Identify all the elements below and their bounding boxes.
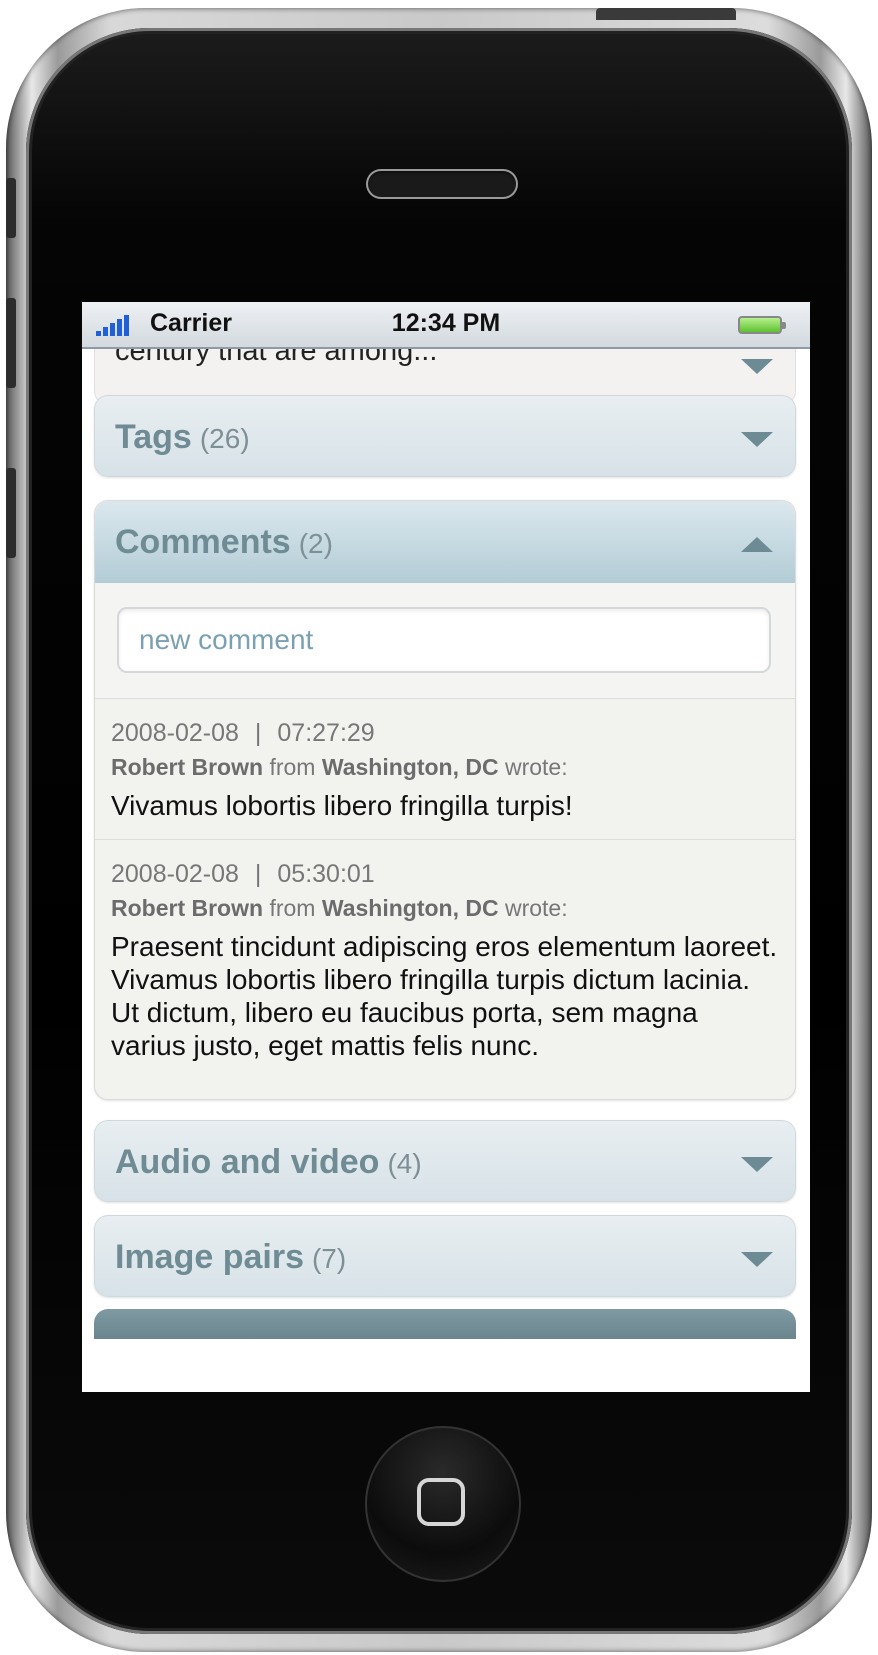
new-comment-input[interactable] xyxy=(117,607,771,673)
comment-body: Praesent tincidunt adipiscing eros eleme… xyxy=(111,931,778,1061)
next-section-edge[interactable] xyxy=(94,1309,796,1339)
battery-icon xyxy=(738,316,786,334)
triangle-up-icon xyxy=(741,537,773,552)
tags-section[interactable]: Tags (26) xyxy=(94,395,796,477)
image-pairs-label: Image pairs xyxy=(115,1238,304,1276)
triangle-down-icon xyxy=(741,1157,773,1172)
comment-form xyxy=(95,583,795,699)
wrote-word: wrote: xyxy=(504,895,568,921)
comment-author-line: Robert Brown from Washington, DC wrote: xyxy=(111,895,779,922)
author-location: Washington, DC xyxy=(321,895,499,921)
comments-label: Comments xyxy=(115,523,291,561)
tags-header[interactable]: Tags (26) xyxy=(94,395,796,477)
from-word: from xyxy=(269,895,316,921)
comment-body: Vivamus lobortis libero fringilla turpis… xyxy=(111,790,573,821)
triangle-down-icon xyxy=(741,359,773,374)
audio-video-header[interactable]: Audio and video (4) xyxy=(94,1120,796,1202)
comments-header[interactable]: Comments (2) xyxy=(95,501,795,583)
audio-video-section[interactable]: Audio and video (4) xyxy=(94,1120,796,1202)
comments-count: (2) xyxy=(298,528,333,559)
image-pairs-header[interactable]: Image pairs (7) xyxy=(94,1215,796,1297)
tags-count: (26) xyxy=(199,423,250,454)
comments-section: Comments(2) 2008-02-08 | 07:27:29 Robert B… xyxy=(94,500,796,1100)
sleep-wake-button[interactable] xyxy=(596,8,736,20)
earpiece-speaker xyxy=(366,169,518,199)
author-name: Robert Brown xyxy=(111,754,264,780)
author-name: Robert Brown xyxy=(111,895,264,921)
comment-date: 2008-02-08 xyxy=(111,860,239,888)
author-location: Washington, DC xyxy=(321,754,499,780)
phone-screen: Carrier 12:34 PM century that are among.… xyxy=(82,302,810,1392)
tags-label: Tags xyxy=(115,418,192,456)
audio-video-count: (4) xyxy=(387,1148,422,1179)
wrote-word: wrote: xyxy=(504,754,568,780)
comment-timestamp: 2008-02-08 | 05:30:01 xyxy=(111,860,779,889)
triangle-down-icon xyxy=(741,1252,773,1267)
mute-switch[interactable] xyxy=(6,178,16,238)
comment-item: 2008-02-08 | 07:27:29 Robert Brown from Wa… xyxy=(95,699,795,839)
home-button[interactable] xyxy=(365,1426,521,1582)
status-bar: Carrier 12:34 PM xyxy=(82,302,810,349)
section-title: Tags (26) xyxy=(115,418,250,457)
audio-video-label: Audio and video xyxy=(115,1143,380,1181)
comment-time: 07:27:29 xyxy=(277,719,375,747)
volume-down-button[interactable] xyxy=(6,468,16,558)
comment-timestamp: 2008-02-08 | 07:27:29 xyxy=(111,719,779,748)
triangle-down-icon xyxy=(741,432,773,447)
comment-item: 2008-02-08 | 05:30:01 Robert Brown from Wa… xyxy=(95,839,795,1062)
section-title: Comments (2) xyxy=(115,523,333,562)
from-word: from xyxy=(269,754,316,780)
comment-date: 2008-02-08 xyxy=(111,719,239,747)
image-pairs-count: (7) xyxy=(311,1243,347,1274)
meta-separator: | xyxy=(254,860,262,888)
comment-author-line: Robert Brown from Washington, DC wrote: xyxy=(111,754,779,781)
meta-separator: | xyxy=(254,719,262,747)
volume-up-button[interactable] xyxy=(6,298,16,388)
comment-time: 05:30:01 xyxy=(277,860,375,888)
section-title: Audio and video (4) xyxy=(115,1143,422,1182)
home-square-icon xyxy=(417,1478,465,1526)
image-pairs-section[interactable]: Image pairs (7) xyxy=(94,1215,796,1297)
status-time: 12:34 PM xyxy=(391,309,501,337)
section-title: Image pairs (7) xyxy=(115,1238,346,1277)
